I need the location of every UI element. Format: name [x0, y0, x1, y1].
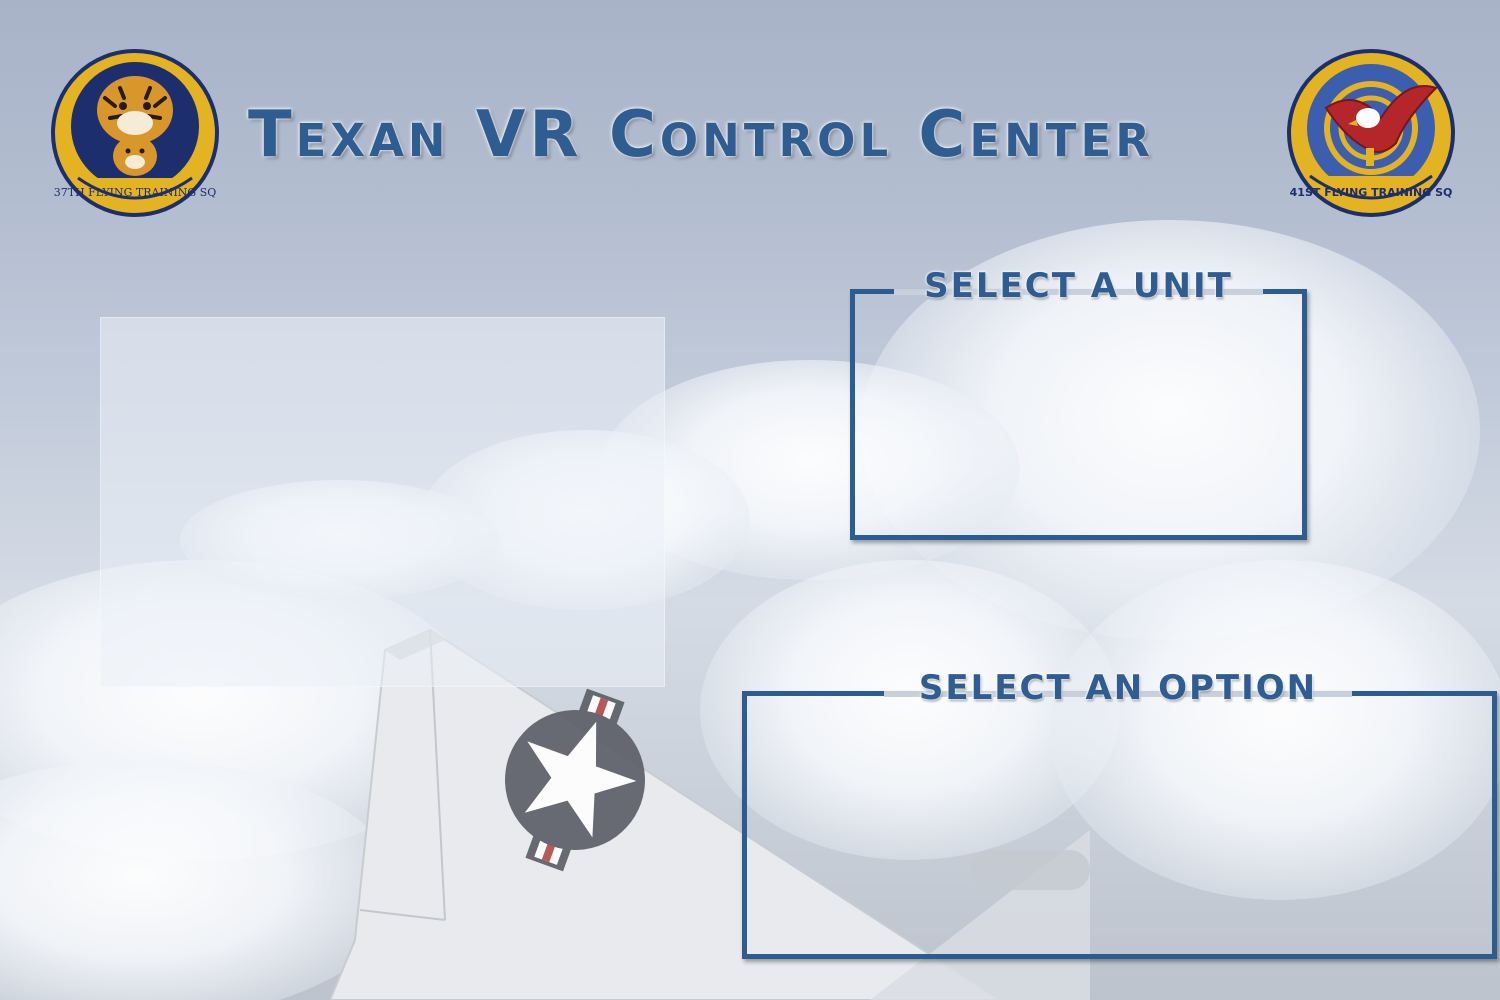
left-patch-text: 37TH FLYING TRAINING SQ	[54, 186, 217, 199]
option-selection-frame[interactable]	[742, 691, 1497, 959]
unit-selection-label: SELECT A UNIT	[924, 266, 1233, 306]
right-patch-text: 41ST FLYING TRAINING SQ	[1290, 186, 1453, 199]
unit-selection-frame[interactable]	[850, 289, 1307, 540]
41st-flying-training-sq-eagle-patch-icon: 41ST FLYING TRAINING SQ	[1287, 49, 1455, 217]
preview-panel	[100, 317, 665, 687]
option-selection-label: SELECT AN OPTION	[918, 668, 1318, 708]
page-title: Texan VR Control Center	[248, 98, 1154, 172]
37th-flying-training-sq-tiger-patch-icon: 37TH FLYING TRAINING SQ	[51, 49, 219, 217]
